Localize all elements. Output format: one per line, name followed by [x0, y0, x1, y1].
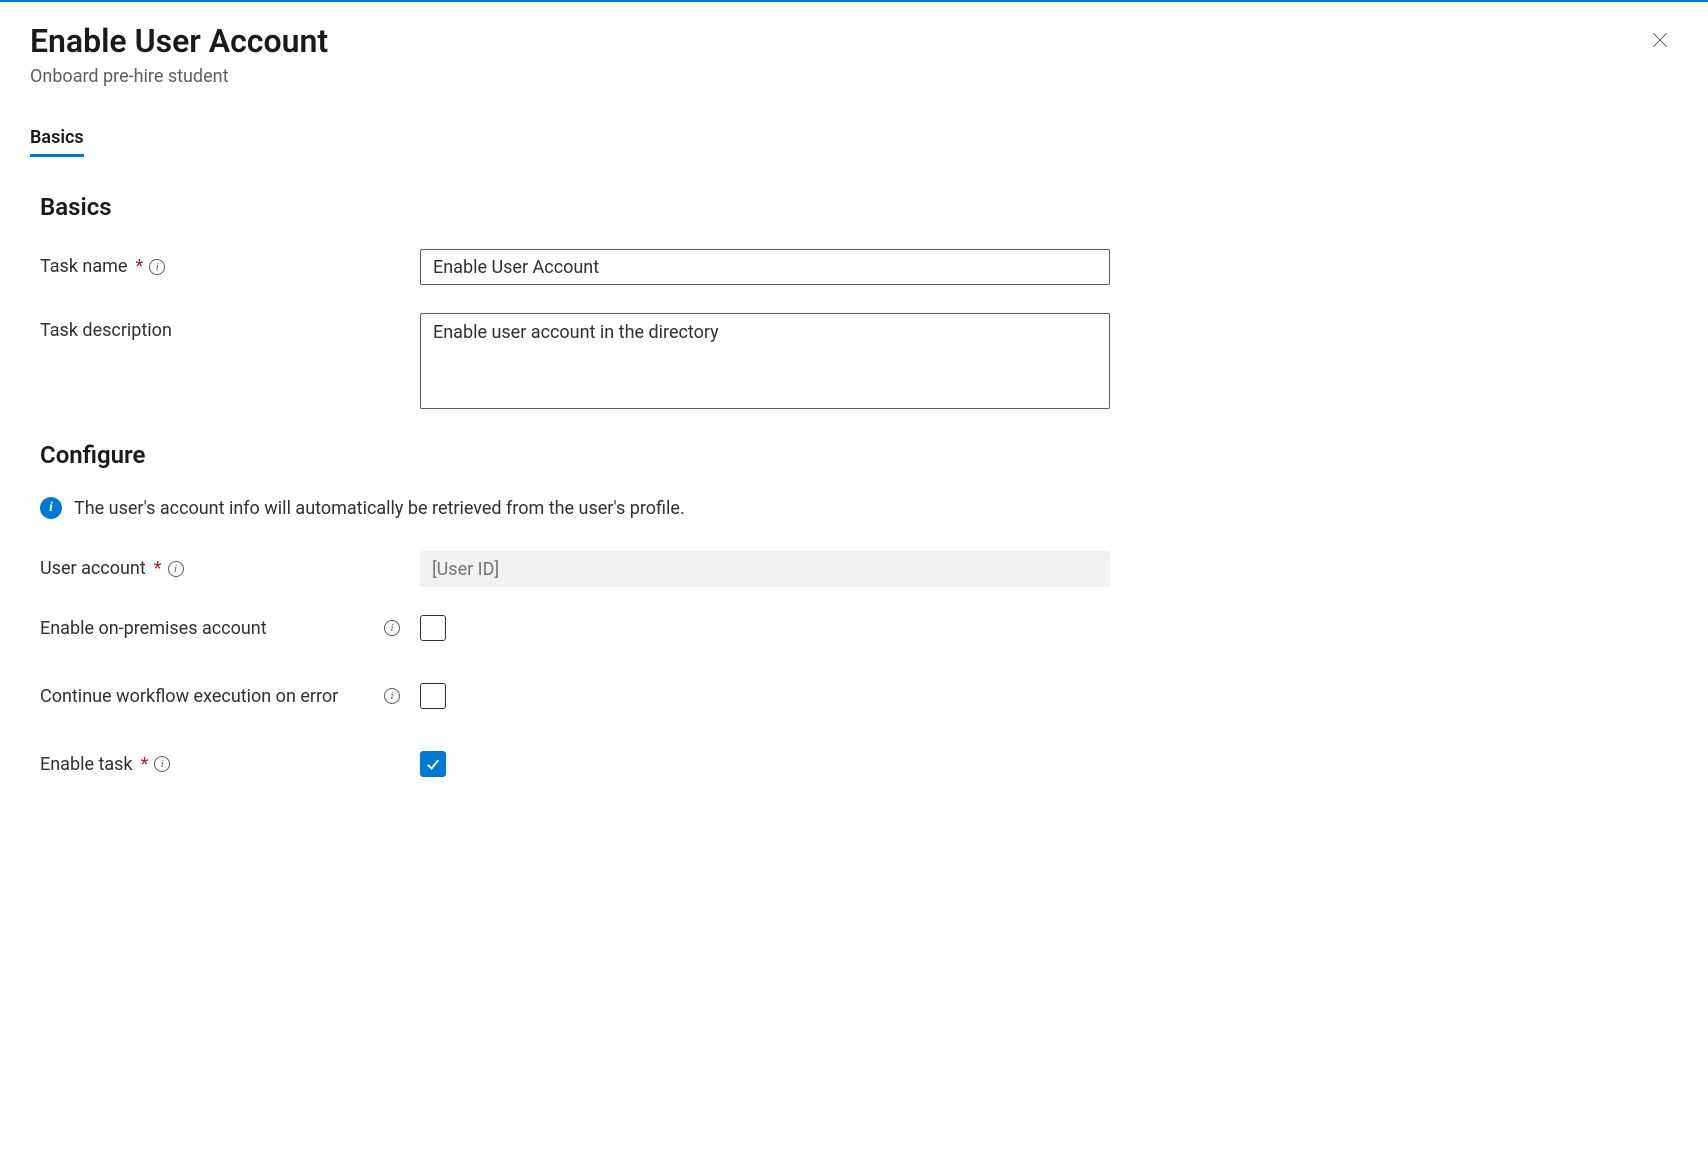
required-indicator: * [141, 754, 149, 775]
checkmark-icon [424, 755, 442, 773]
tab-bar: Basics [30, 127, 1678, 157]
task-name-label: Task name [40, 249, 127, 285]
close-icon [1650, 30, 1670, 50]
info-icon[interactable]: i [154, 756, 170, 772]
page-subtitle: Onboard pre-hire student [30, 66, 328, 87]
enable-task-checkbox[interactable] [420, 751, 446, 777]
section-title-configure: Configure [40, 441, 1678, 469]
continue-on-error-checkbox[interactable] [420, 683, 446, 709]
enable-task-label: Enable task [40, 754, 133, 775]
section-title-basics: Basics [40, 193, 1678, 221]
task-description-label: Task description [40, 313, 172, 349]
info-banner-icon: i [40, 497, 62, 519]
user-account-label: User account [40, 551, 146, 587]
info-icon[interactable]: i [384, 688, 400, 704]
user-account-input [420, 551, 1110, 587]
task-name-input[interactable] [420, 249, 1110, 285]
info-icon[interactable]: i [149, 259, 165, 275]
required-indicator: * [135, 249, 143, 285]
enable-onprem-label: Enable on-premises account [40, 618, 267, 639]
info-icon[interactable]: i [384, 620, 400, 636]
enable-onprem-checkbox[interactable] [420, 615, 446, 641]
task-description-input[interactable] [420, 313, 1110, 409]
continue-on-error-label: Continue workflow execution on error [40, 686, 338, 707]
required-indicator: * [154, 551, 162, 587]
close-button[interactable] [1642, 22, 1678, 62]
page-title: Enable User Account [30, 22, 328, 60]
tab-basics[interactable]: Basics [30, 127, 84, 157]
info-icon[interactable]: i [168, 561, 184, 577]
info-banner-text: The user's account info will automatical… [74, 498, 685, 519]
